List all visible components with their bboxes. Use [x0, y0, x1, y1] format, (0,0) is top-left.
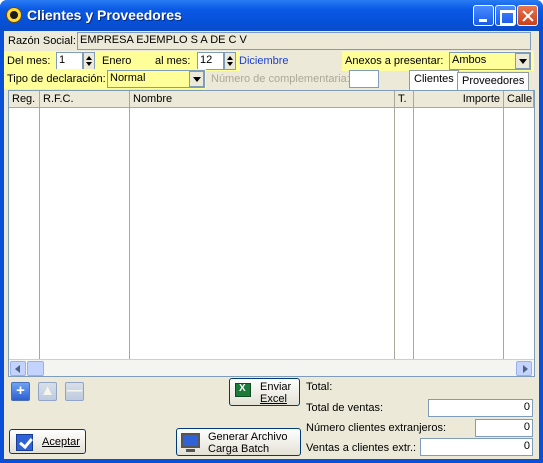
- app-icon: [6, 7, 22, 23]
- generar-archivo-button[interactable]: Generar Archivo Carga Batch: [176, 428, 301, 456]
- generar-line2: Carga Batch: [208, 443, 270, 455]
- title-bar[interactable]: Clientes y Proveedores: [0, 0, 543, 31]
- del-mes-label: Del mes:: [7, 55, 51, 67]
- tab-clientes[interactable]: Clientes: [409, 70, 459, 90]
- generar-line1: Generar Archivo: [208, 431, 288, 443]
- col-header-nombre[interactable]: Nombre: [130, 91, 395, 108]
- col-divider: [394, 108, 395, 359]
- ventas-extr-field[interactable]: 0: [420, 438, 533, 456]
- total-ventas-label: Total de ventas:: [306, 402, 384, 414]
- del-mes-input[interactable]: 1: [56, 52, 83, 70]
- window-title: Clientes y Proveedores: [27, 7, 182, 23]
- anexos-label: Anexos a presentar:: [345, 55, 444, 67]
- tab-proveedores[interactable]: Proveedores: [457, 72, 530, 90]
- excel-icon: [235, 383, 251, 397]
- del-mes-name: Enero: [102, 55, 132, 67]
- num-extranjeros-field[interactable]: 0: [475, 419, 533, 437]
- check-icon: [16, 434, 33, 451]
- col-header-calle[interactable]: Calle: [504, 91, 534, 108]
- aceptar-button[interactable]: Aceptar: [9, 429, 86, 454]
- col-divider: [39, 108, 40, 359]
- data-grid[interactable]: Reg. R.F.C. Nombre T. Importe Calle: [8, 90, 535, 377]
- close-button[interactable]: [517, 5, 538, 26]
- maximize-button[interactable]: [495, 5, 516, 26]
- tipo-dropdown-icon[interactable]: [189, 71, 204, 87]
- window: Clientes y Proveedores Razón Social: EMP…: [0, 0, 543, 463]
- ventas-extr-label: Ventas a clientes extr.:: [306, 442, 417, 454]
- enviar-excel-button[interactable]: Enviar Excel: [229, 378, 300, 406]
- al-mes-name: Diciembre: [239, 55, 289, 67]
- delete-icon: —: [67, 382, 82, 399]
- num-extranjeros-label: Número clientes extranjeros:: [306, 422, 447, 434]
- col-header-importe[interactable]: Importe: [414, 91, 504, 108]
- total-ventas-field[interactable]: 0: [428, 399, 533, 417]
- enviar-excel-line1: Enviar: [260, 381, 292, 393]
- al-mes-input[interactable]: 12: [197, 52, 224, 70]
- tipo-declaracion-label: Tipo de declaración:: [7, 73, 106, 85]
- add-icon: +: [16, 382, 25, 399]
- complementaria-input[interactable]: [349, 70, 379, 88]
- scroll-right-icon[interactable]: [516, 361, 532, 376]
- add-row-button[interactable]: +: [11, 382, 30, 401]
- anexos-dropdown-icon[interactable]: [515, 53, 530, 69]
- client-area: Razón Social: EMPRESA EJEMPLO S A DE C V…: [4, 31, 539, 459]
- move-up-icon: ▲: [40, 382, 55, 399]
- enviar-excel-line2: Excel: [260, 393, 287, 405]
- minimize-button[interactable]: [473, 5, 494, 26]
- total-label: Total:: [306, 381, 333, 393]
- complementaria-label: Número de complementaria:: [211, 73, 350, 85]
- col-header-t[interactable]: T.: [395, 91, 414, 108]
- delete-row-button[interactable]: —: [65, 382, 84, 401]
- razon-social-field: EMPRESA EJEMPLO S A DE C V: [77, 32, 531, 50]
- col-header-reg[interactable]: Reg.: [9, 91, 40, 108]
- aceptar-label: Aceptar: [42, 436, 80, 448]
- scroll-left-icon[interactable]: [10, 361, 26, 376]
- al-mes-spinner[interactable]: [224, 52, 236, 70]
- col-header-rfc[interactable]: R.F.C.: [40, 91, 130, 108]
- scroll-thumb[interactable]: [27, 361, 44, 376]
- col-divider: [503, 108, 504, 359]
- move-up-button[interactable]: ▲: [38, 382, 57, 401]
- col-divider: [413, 108, 414, 359]
- col-divider: [129, 108, 130, 359]
- al-mes-label: al mes:: [155, 55, 191, 67]
- horizontal-scrollbar[interactable]: [9, 359, 534, 376]
- razon-social-label: Razón Social:: [8, 35, 76, 47]
- computer-icon: [181, 433, 200, 452]
- del-mes-spinner[interactable]: [83, 52, 95, 70]
